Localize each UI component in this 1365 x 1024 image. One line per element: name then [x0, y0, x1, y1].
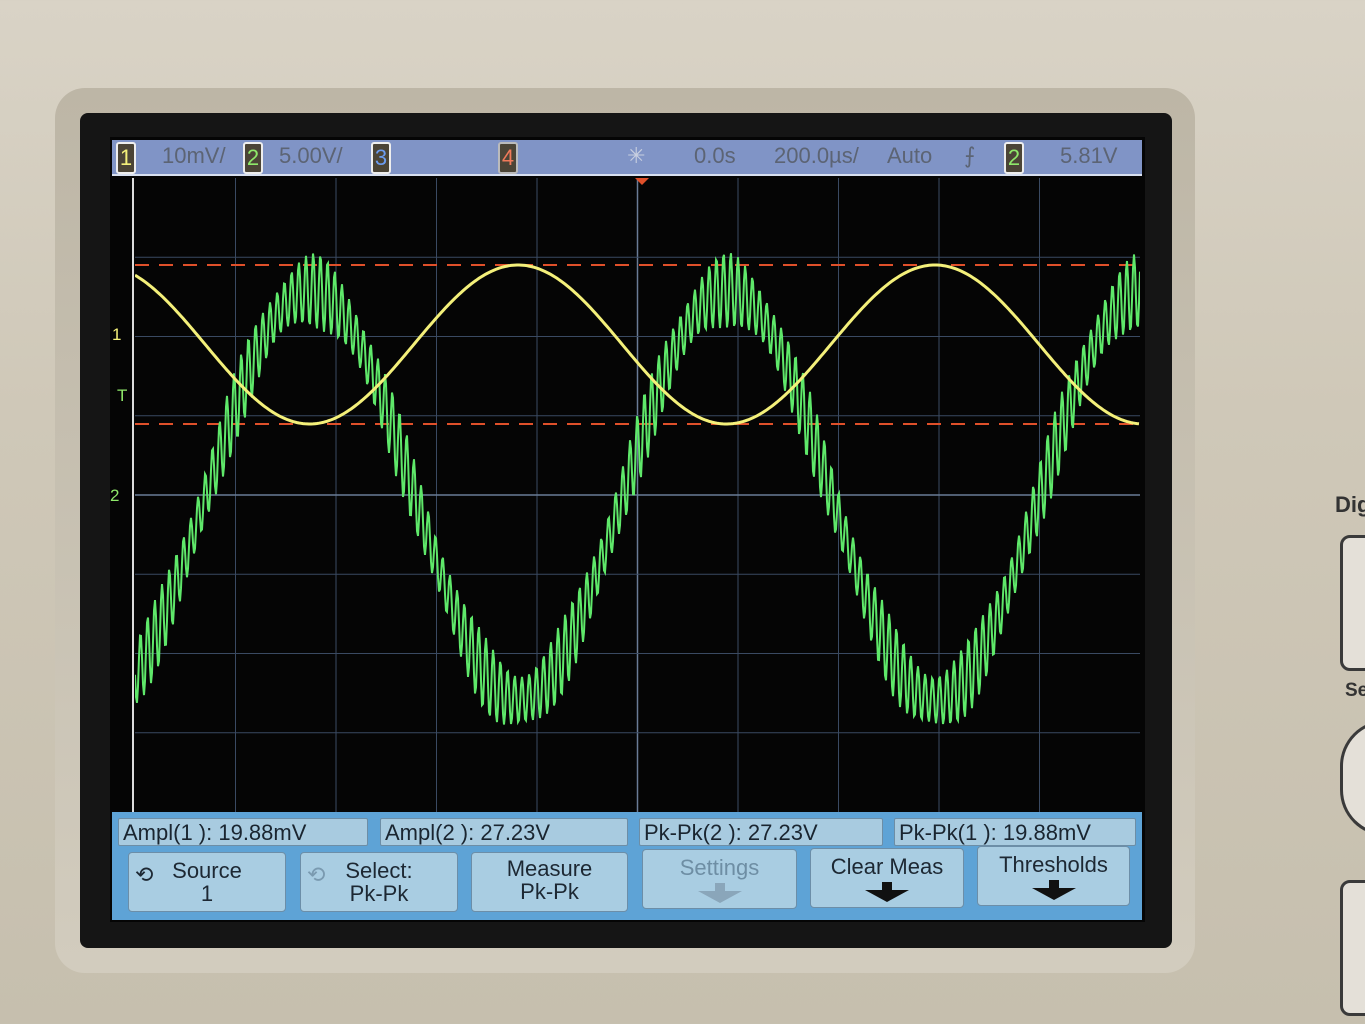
submenu-arrow-icon	[865, 882, 909, 902]
thresholds-label: Thresholds	[999, 852, 1108, 877]
waveform-display	[135, 178, 1140, 812]
ch4-indicator[interactable]: 4	[498, 142, 518, 174]
ch1-ground-marker[interactable]: 1	[112, 325, 121, 345]
measure-label: Measure	[506, 856, 593, 881]
side-knob[interactable]	[1340, 720, 1365, 836]
thresholds-button[interactable]: Thresholds	[977, 846, 1130, 906]
side-button-lower[interactable]	[1340, 880, 1365, 1016]
trigger-slope-icon: ⨍	[964, 143, 976, 168]
rotate-knob-icon: ⟲	[307, 862, 326, 887]
rotate-knob-icon: ⟲	[135, 862, 154, 887]
side-button-upper[interactable]	[1340, 535, 1365, 671]
measure-value: Pk-Pk	[520, 879, 579, 904]
ch2-scale: 5.00V/	[279, 143, 343, 168]
ch1-scale: 10mV/	[162, 143, 226, 168]
measure-button[interactable]: Measure Pk-Pk	[471, 852, 628, 912]
trigger-mode: Auto	[887, 143, 933, 168]
submenu-arrow-icon	[1031, 880, 1076, 900]
measurement-pkpk-2: Pk-Pk(2 ): 27.23V	[639, 818, 883, 846]
trigger-sun-icon: ✳	[627, 143, 646, 168]
clear-meas-label: Clear Meas	[830, 854, 944, 879]
trigger-level-marker[interactable]: T	[117, 386, 127, 406]
side-label-se: Se	[1345, 680, 1365, 701]
trigger-level: 5.81V	[1060, 143, 1118, 168]
ch1-indicator[interactable]: 1	[116, 142, 136, 174]
clear-meas-button[interactable]: Clear Meas	[810, 848, 964, 908]
time-scale: 200.0µs/	[774, 143, 859, 168]
select-button[interactable]: ⟲ Select: Pk-Pk	[300, 852, 458, 912]
ch3-indicator[interactable]: 3	[371, 142, 391, 174]
ch2-indicator[interactable]: 2	[243, 142, 263, 174]
measurement-pkpk-1: Pk-Pk(1 ): 19.88mV	[894, 818, 1136, 846]
submenu-arrow-icon	[697, 883, 742, 903]
measurement-ampl-2: Ampl(2 ): 27.23V	[380, 818, 628, 846]
settings-label: Settings	[679, 855, 760, 880]
settings-button[interactable]: Settings	[642, 849, 797, 909]
graticule-grid	[135, 178, 1140, 812]
measurement-ampl-1: Ampl(1 ): 19.88mV	[118, 818, 368, 846]
trigger-source[interactable]: 2	[1004, 142, 1024, 174]
time-delay: 0.0s	[694, 143, 736, 168]
side-label-dig: Dig	[1335, 492, 1365, 517]
status-bar: 1 10mV/ 2 5.00V/ 3 4 ✳ 0.0s 200.0µs/ Aut…	[112, 140, 1142, 176]
ch2-ground-marker[interactable]: 2	[110, 486, 119, 506]
left-axis	[132, 178, 134, 812]
source-button[interactable]: ⟲ Source 1	[128, 852, 286, 912]
